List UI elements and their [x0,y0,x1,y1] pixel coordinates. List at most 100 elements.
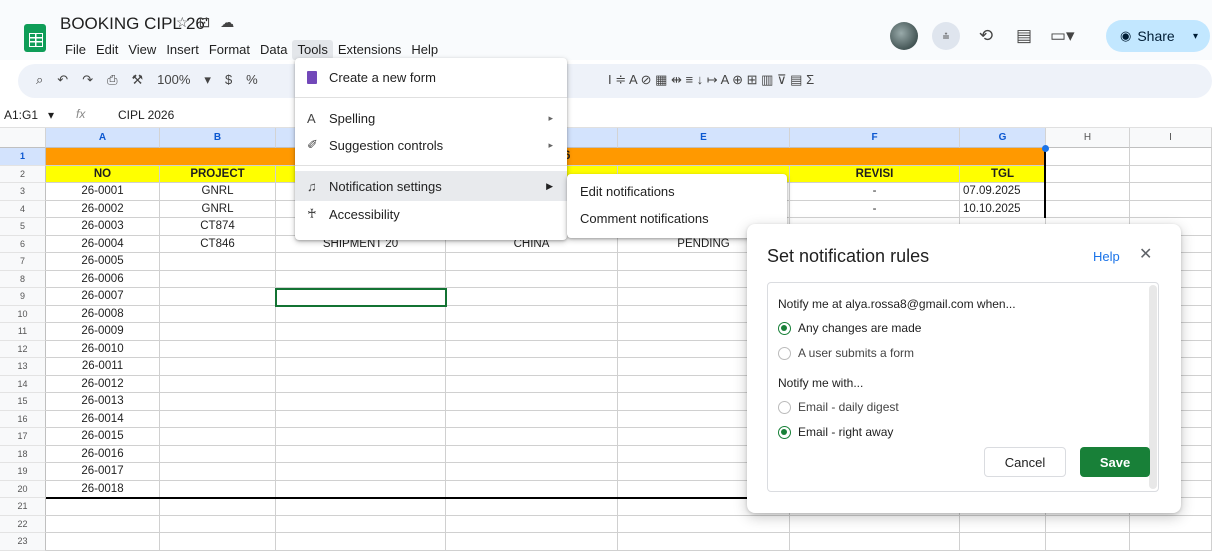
radio-form-submit[interactable]: A user submits a form [778,346,914,360]
grid-cell[interactable] [276,323,446,341]
fill-handle[interactable] [1042,145,1049,152]
grid-cell[interactable] [160,498,276,516]
undo-icon[interactable]: ↶ [57,72,68,88]
grid-cell[interactable] [160,305,276,323]
cell-a[interactable]: 26-0016 [46,445,160,463]
grid-cell[interactable] [446,270,618,288]
row-header[interactable]: 4 [0,200,46,218]
grid-cell[interactable] [790,515,960,533]
grid-cell[interactable] [446,323,618,341]
grid-cell[interactable] [446,358,618,376]
row-header[interactable]: 3 [0,183,46,201]
cell-g[interactable]: 10.10.2025 [960,200,1046,218]
grid-cell[interactable] [446,533,618,551]
grid-cell[interactable] [790,533,960,551]
grid-cell[interactable] [276,253,446,271]
header-cell-a[interactable]: NO [46,165,160,183]
column-header-b[interactable]: B [160,128,276,148]
grid-cell[interactable] [446,340,618,358]
zoom-select[interactable]: 100% [157,72,190,88]
cell-a[interactable]: 26-0010 [46,340,160,358]
grid-cell[interactable] [618,515,790,533]
row-header[interactable]: 14 [0,375,46,393]
grid-cell[interactable] [1046,165,1130,183]
grid-cell[interactable] [1130,165,1212,183]
radio-unselected-icon[interactable] [778,346,791,360]
row-header[interactable]: 10 [0,305,46,323]
row-header[interactable]: 1 [0,148,46,166]
grid-cell[interactable] [160,323,276,341]
cell-a[interactable]: 26-0012 [46,375,160,393]
cell-f[interactable]: - [790,200,960,218]
row-header[interactable]: 8 [0,270,46,288]
cell-b[interactable]: CT846 [160,235,276,253]
row-header[interactable]: 2 [0,165,46,183]
cell-a[interactable]: 26-0004 [46,235,160,253]
menu-format[interactable]: Format [204,40,255,60]
grid-cell[interactable] [446,410,618,428]
grid-cell[interactable] [1130,200,1212,218]
cell-a[interactable]: 26-0014 [46,410,160,428]
cell-a[interactable]: 26-0007 [46,288,160,306]
cell-g[interactable]: 07.09.2025 [960,183,1046,201]
column-header-a[interactable]: A [46,128,160,148]
grid-cell[interactable] [276,270,446,288]
cell-a[interactable]: 26-0001 [46,183,160,201]
column-header-h[interactable]: H [1046,128,1130,148]
cloud-status-icon[interactable]: ☁ [220,14,244,30]
menu-extensions[interactable]: Extensions [333,40,407,60]
grid-cell[interactable] [160,410,276,428]
header-cell-g[interactable]: TGL [960,165,1046,183]
menu-data[interactable]: Data [255,40,292,60]
header-cell-f[interactable]: REVISI [790,165,960,183]
row-header[interactable]: 21 [0,498,46,516]
grid-cell[interactable] [46,498,160,516]
grid-cell[interactable] [160,393,276,411]
row-header[interactable]: 5 [0,218,46,236]
menu-insert[interactable]: Insert [161,40,204,60]
grid-cell[interactable] [276,515,446,533]
cell-a[interactable]: 26-0003 [46,218,160,236]
grid-cell[interactable] [276,498,446,516]
grid-cell[interactable] [446,445,618,463]
grid-cell[interactable] [960,515,1046,533]
cancel-button[interactable]: Cancel [984,447,1066,477]
row-header[interactable]: 15 [0,393,46,411]
help-link[interactable]: Help [1093,249,1120,264]
column-header-i[interactable]: I [1130,128,1212,148]
grid-cell[interactable] [160,445,276,463]
collaborator-icon[interactable]: ⩮ [932,22,960,50]
cell-a[interactable]: 26-0011 [46,358,160,376]
row-header[interactable]: 16 [0,410,46,428]
meet-icon[interactable]: ▭▾ [1050,24,1075,48]
grid-cell[interactable] [46,515,160,533]
grid-cell[interactable] [1046,515,1130,533]
grid-cell[interactable] [276,305,446,323]
row-header[interactable]: 23 [0,533,46,551]
radio-right-away[interactable]: Email - right away [778,425,893,439]
column-header-f[interactable]: F [790,128,960,148]
row-header[interactable]: 12 [0,340,46,358]
grid-cell[interactable] [276,358,446,376]
star-icon[interactable]: ☆ [176,14,199,30]
close-icon[interactable]: ✕ [1139,244,1152,264]
save-button[interactable]: Save [1080,447,1150,477]
grid-cell[interactable] [446,253,618,271]
cell-a[interactable]: 26-0006 [46,270,160,288]
grid-cell[interactable] [960,533,1046,551]
cell-a[interactable]: 26-0013 [46,393,160,411]
grid-cell[interactable] [276,533,446,551]
grid-cell[interactable] [160,428,276,446]
cell-b[interactable]: CT874 [160,218,276,236]
grid-cell[interactable] [1130,148,1212,166]
radio-selected-icon[interactable] [778,321,791,335]
grid-cell[interactable] [160,288,276,306]
grid-cell[interactable] [446,480,618,498]
grid-cell[interactable] [160,533,276,551]
search-menus-icon[interactable]: ⌕ [36,72,43,88]
radio-any-changes[interactable]: Any changes are made [778,321,921,335]
grid-cell[interactable] [1046,183,1130,201]
grid-cell[interactable] [446,393,618,411]
grid-cell[interactable] [276,375,446,393]
formula-input[interactable]: CIPL 2026 [118,108,174,122]
